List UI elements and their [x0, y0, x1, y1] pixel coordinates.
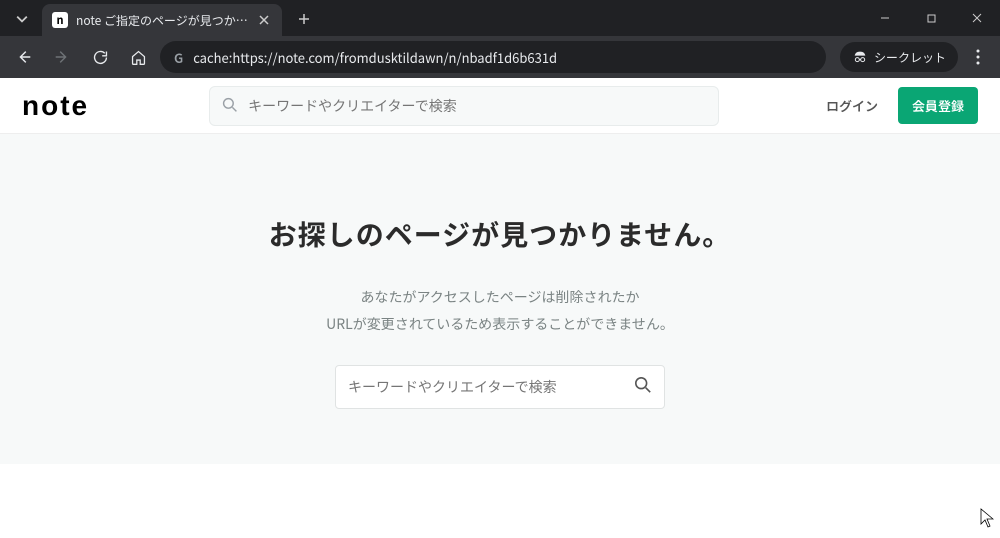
search-icon: [222, 94, 238, 118]
tab-search-button[interactable]: [8, 5, 36, 33]
notfound-desc-line2: URLが変更されているため表示することができません。: [326, 311, 674, 338]
header-search[interactable]: [209, 86, 719, 126]
incognito-icon: [852, 49, 868, 65]
google-g-icon: G: [174, 48, 183, 67]
tab-title: note ご指定のページが見つかりませ: [76, 12, 248, 29]
incognito-label: シークレット: [874, 49, 946, 66]
nav-home-button[interactable]: [122, 41, 154, 73]
incognito-badge[interactable]: シークレット: [840, 42, 958, 72]
tab-favicon: n: [52, 12, 68, 28]
window-minimize-button[interactable]: [862, 0, 908, 36]
site-header: note ログイン 会員登録: [0, 78, 1000, 134]
browser-tab[interactable]: n note ご指定のページが見つかりませ: [42, 4, 282, 36]
browser-titlebar: n note ご指定のページが見つかりませ: [0, 0, 1000, 36]
close-icon: [259, 15, 269, 25]
notfound-search[interactable]: [335, 365, 665, 409]
notfound-title: お探しのページが見つかりません。: [269, 214, 732, 254]
chevron-down-icon: [16, 13, 28, 25]
window-close-button[interactable]: [954, 0, 1000, 36]
header-search-input[interactable]: [248, 98, 706, 114]
home-icon: [130, 49, 147, 66]
nav-reload-button[interactable]: [84, 41, 116, 73]
nav-back-button[interactable]: [8, 41, 40, 73]
address-bar[interactable]: G cache:https://note.com/fromdusktildawn…: [160, 41, 826, 73]
browser-menu-button[interactable]: [964, 41, 992, 73]
site-logo[interactable]: note: [22, 90, 89, 122]
close-icon: [971, 12, 983, 24]
notfound-desc-line1: あなたがアクセスしたページは削除されたか: [326, 284, 674, 311]
page-content: note ログイン 会員登録 お探しのページが見つかりません。 あなたがアクセス…: [0, 78, 1000, 538]
minimize-icon: [879, 12, 891, 24]
window-maximize-button[interactable]: [908, 0, 954, 36]
page-bottom-spacer: [0, 464, 1000, 538]
notfound-description: あなたがアクセスしたページは削除されたか URLが変更されているため表示すること…: [326, 284, 674, 337]
reload-icon: [92, 49, 109, 66]
kebab-icon: [976, 49, 980, 65]
search-icon[interactable]: [634, 375, 652, 399]
tab-close-button[interactable]: [256, 12, 272, 29]
notfound-search-input[interactable]: [348, 379, 624, 395]
plus-icon: [298, 13, 310, 25]
new-tab-button[interactable]: [290, 5, 318, 33]
arrow-left-icon: [15, 48, 33, 66]
nav-forward-button[interactable]: [46, 41, 78, 73]
arrow-right-icon: [53, 48, 71, 66]
window-controls: [862, 0, 1000, 36]
browser-toolbar: G cache:https://note.com/fromdusktildawn…: [0, 36, 1000, 78]
signup-button[interactable]: 会員登録: [898, 87, 978, 124]
maximize-icon: [926, 13, 937, 24]
login-link[interactable]: ログイン: [826, 96, 878, 115]
url-text: cache:https://note.com/fromdusktildawn/n…: [193, 48, 812, 67]
notfound-section: お探しのページが見つかりません。 あなたがアクセスしたページは削除されたか UR…: [0, 134, 1000, 464]
